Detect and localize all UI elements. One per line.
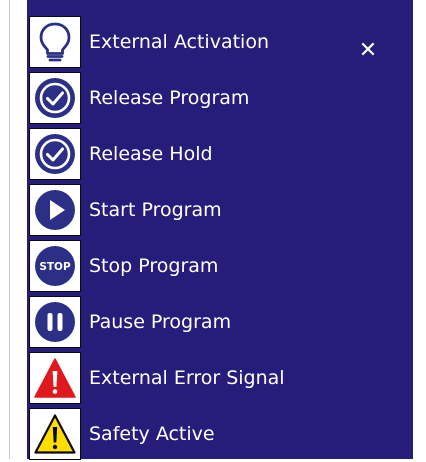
external-activation-label: External Activation bbox=[89, 31, 269, 53]
check-circle-icon bbox=[29, 72, 81, 124]
caution-warning-icon bbox=[29, 408, 81, 460]
pause-icon bbox=[29, 296, 81, 348]
lightbulb-icon bbox=[29, 16, 81, 68]
stop-sign-icon-svg: STOP bbox=[35, 246, 75, 286]
check-circle-icon bbox=[29, 128, 81, 180]
stop-sign-icon: STOP bbox=[29, 240, 81, 292]
frame-border bbox=[9, 0, 10, 459]
check-circle-icon-svg bbox=[35, 78, 75, 118]
stop-program-label: Stop Program bbox=[89, 255, 219, 277]
error-warning-icon bbox=[29, 352, 81, 404]
svg-text:STOP: STOP bbox=[39, 261, 71, 273]
pause-program-label: Pause Program bbox=[89, 311, 232, 333]
list-item-release-program[interactable]: Release Program bbox=[27, 70, 413, 126]
list-item-external-activation[interactable]: External Activation ✕ bbox=[27, 14, 413, 70]
list-item-release-hold[interactable]: Release Hold bbox=[27, 126, 413, 182]
safety-active-label: Safety Active bbox=[89, 423, 215, 445]
signal-panel: External Activation ✕ Release Program Re… bbox=[27, 0, 413, 462]
close-button[interactable]: ✕ bbox=[355, 38, 381, 64]
play-icon-svg bbox=[35, 190, 75, 230]
error-warning-icon-svg bbox=[34, 358, 76, 398]
release-hold-label: Release Hold bbox=[89, 143, 213, 165]
release-program-label: Release Program bbox=[89, 87, 250, 109]
page-frame: External Activation ✕ Release Program Re… bbox=[0, 0, 426, 462]
start-program-label: Start Program bbox=[89, 199, 222, 221]
lightbulb-icon-svg bbox=[39, 22, 71, 62]
pause-icon-svg bbox=[35, 302, 75, 342]
caution-warning-icon-svg bbox=[34, 414, 76, 454]
external-error-signal-label: External Error Signal bbox=[89, 367, 285, 389]
list-item-stop-program[interactable]: STOP Stop Program bbox=[27, 238, 413, 294]
check-circle-icon-svg bbox=[35, 134, 75, 174]
play-icon bbox=[29, 184, 81, 236]
list-item-external-error-signal[interactable]: External Error Signal bbox=[27, 350, 413, 406]
list-item-start-program[interactable]: Start Program bbox=[27, 182, 413, 238]
list-item-safety-active[interactable]: Safety Active bbox=[27, 406, 413, 462]
list-item-pause-program[interactable]: Pause Program bbox=[27, 294, 413, 350]
